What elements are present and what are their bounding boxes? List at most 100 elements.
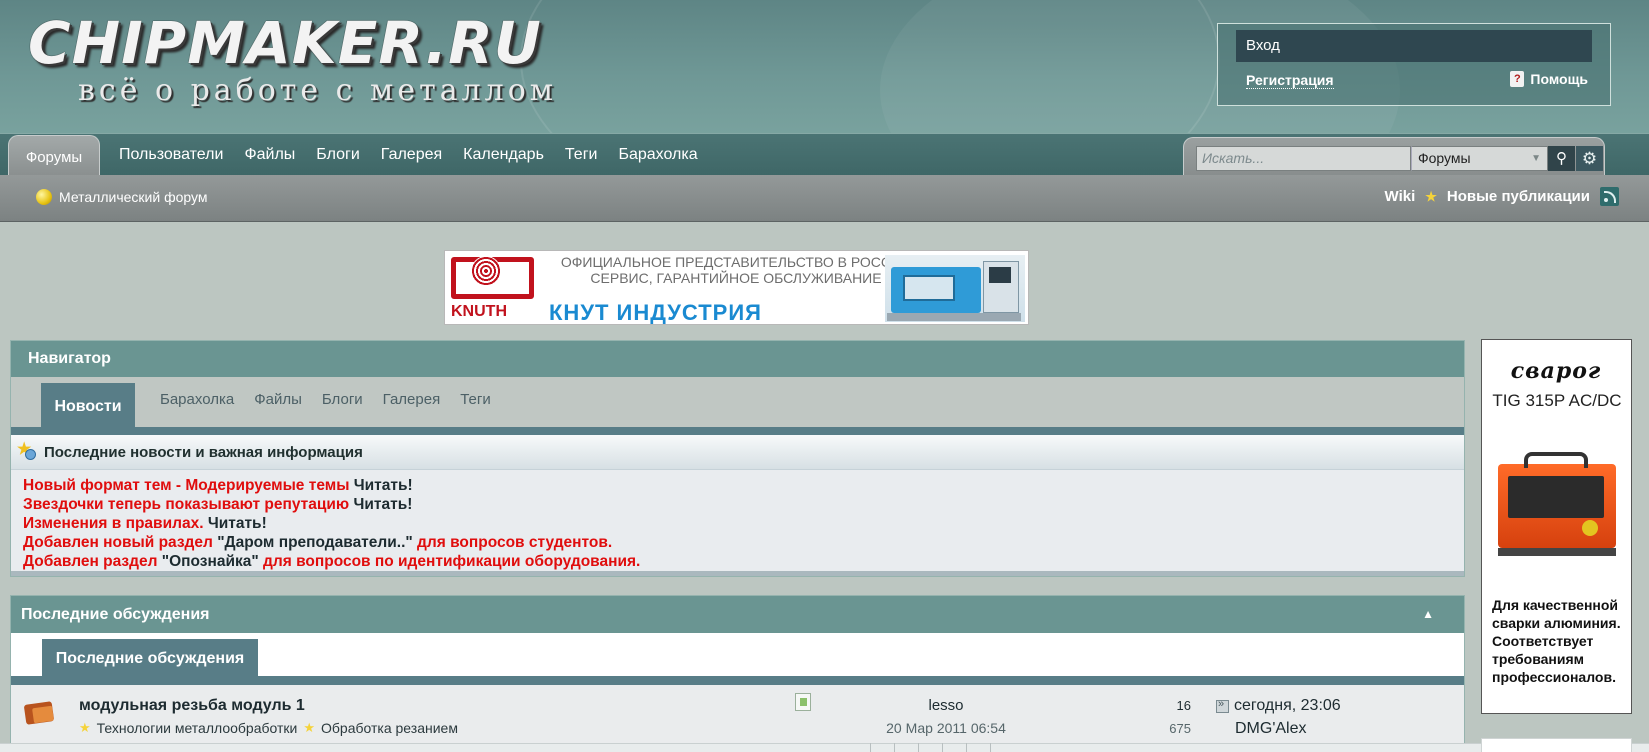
tab-blogs[interactable]: Блоги: [322, 391, 363, 408]
news-text: для вопросов по идентификации оборудован…: [258, 553, 641, 570]
star-icon: ★: [79, 720, 91, 735]
go-to-last-post-icon[interactable]: [1216, 698, 1229, 713]
news-text: Изменения в правилах.: [23, 515, 204, 532]
help-link[interactable]: ? Помощь: [1510, 71, 1588, 87]
register-link[interactable]: Регистрация: [1246, 72, 1334, 89]
tab-forums[interactable]: Форумы: [8, 135, 100, 176]
star-icon: ★: [303, 720, 316, 735]
banner-text: ОФИЦИАЛЬНОЕ ПРЕДСТАВИТЕЛЬСТВО В РОССИИ С…: [551, 254, 921, 286]
read-link[interactable]: Читать!: [204, 515, 267, 532]
read-link[interactable]: Читать!: [349, 496, 412, 513]
account-box: Вход Регистрация ? Помощь: [1217, 23, 1611, 106]
tab-strip: [11, 676, 1464, 685]
navigator-tabs: Новости Барахолка Файлы Блоги Галерея Те…: [11, 377, 1464, 427]
news-text: для вопросов студентов.: [412, 534, 613, 551]
help-label: Помощь: [1530, 71, 1588, 87]
chevron-down-icon: ▼: [1531, 153, 1541, 164]
last-post-user[interactable]: DMG'Alex: [1235, 720, 1307, 738]
news-header: ★ Последние новости и важная информация: [11, 435, 1464, 470]
section-link[interactable]: "Опознайка": [162, 553, 259, 570]
section-link[interactable]: "Даром преподаватели..": [217, 534, 413, 551]
login-button[interactable]: Вход: [1236, 30, 1592, 62]
tab-latest-discussions[interactable]: Последние обсуждения: [42, 639, 258, 676]
nav-link-files[interactable]: Файлы: [244, 146, 295, 164]
tab-tags[interactable]: Теги: [460, 391, 491, 408]
discussions-title: Последние обсуждения: [21, 606, 210, 623]
side-ad[interactable]: сварог TIG 315P AC/DC Для качественной с…: [1481, 339, 1632, 714]
news-item[interactable]: Добавлен новый раздел "Даром преподавате…: [23, 533, 1452, 552]
ad-banner[interactable]: KNUTH ОФИЦИАЛЬНОЕ ПРЕДСТАВИТЕЛЬСТВО В РО…: [444, 250, 1029, 325]
thread-categories: ★ Технологии металлообработки ★ Обработк…: [79, 720, 458, 736]
thread-title[interactable]: модульная резьба модуль 1: [79, 697, 305, 715]
nav-link-users[interactable]: Пользователи: [119, 146, 223, 164]
last-post[interactable]: сегодня, 23:06: [1216, 697, 1341, 715]
search-icon: ⚲: [1556, 150, 1567, 167]
view-count: 675: [1169, 721, 1191, 736]
nav-links: Пользователи Файлы Блоги Галерея Календа…: [119, 134, 698, 176]
search-button[interactable]: ⚲: [1548, 146, 1575, 171]
thread-author[interactable]: lesso: [861, 697, 1031, 714]
ad-model: TIG 315P AC/DC: [1492, 391, 1622, 410]
gear-icon: ⚙: [1581, 149, 1598, 168]
nav-link-market[interactable]: Барахолка: [618, 146, 697, 164]
search-scope-select[interactable]: Форумы ▼: [1411, 146, 1548, 171]
site-logo[interactable]: CHIPMAKER.RU всё о работе с металлом: [28, 10, 557, 106]
news-text: Новый формат тем - Модерируемые темы: [23, 477, 350, 494]
thread-icon: [23, 699, 55, 725]
search-bar: Искать... Форумы ▼ ⚲ ⚙: [1183, 137, 1605, 176]
panel-bottom-border: [11, 571, 1464, 576]
lathe-machine-image: [885, 255, 1025, 322]
search-input[interactable]: Искать...: [1196, 146, 1411, 171]
nav-link-calendar[interactable]: Календарь: [463, 146, 544, 164]
knuth-logo: KNUTH: [447, 253, 538, 322]
banner-line1: ОФИЦИАЛЬНОЕ ПРЕДСТАВИТЕЛЬСТВО В РОССИИ: [560, 254, 912, 270]
news-item[interactable]: Новый формат тем - Модерируемые темы Чит…: [23, 476, 1452, 495]
svarog-logo: сварог: [1510, 358, 1602, 384]
nav-link-gallery[interactable]: Галерея: [381, 146, 442, 164]
collapse-icon[interactable]: ▲: [1422, 596, 1434, 633]
news-star-icon: ★: [17, 442, 37, 462]
subbar-links: Wiki ★ Новые публикации: [1385, 187, 1619, 206]
tab-strip: [11, 427, 1464, 435]
search-settings-button[interactable]: ⚙: [1576, 146, 1603, 171]
logo-subtitle: всё о работе с металлом: [78, 73, 558, 108]
sub-bar: Металлический форум Wiki ★ Новые публика…: [0, 175, 1649, 222]
help-icon: ?: [1510, 71, 1525, 87]
new-posts-link[interactable]: Новые публикации: [1447, 188, 1590, 205]
main-nav: Форумы Пользователи Файлы Блоги Галерея …: [0, 133, 1649, 176]
news-item[interactable]: Звездочки теперь показывают репутацию Чи…: [23, 495, 1452, 514]
navigator-title: Навигатор: [11, 341, 1464, 377]
news-text: Звездочки теперь показывают репутацию: [23, 496, 350, 513]
news-text: Добавлен новый раздел: [23, 534, 218, 551]
wiki-link[interactable]: Wiki: [1385, 188, 1416, 205]
nav-link-tags[interactable]: Теги: [565, 146, 598, 164]
breadcrumb[interactable]: Металлический форум: [36, 189, 207, 205]
attachment-icon: [795, 693, 811, 711]
tab-market[interactable]: Барахолка: [160, 391, 234, 408]
thread-date: 20 Мар 2011 06:54: [886, 720, 1006, 736]
news-item[interactable]: Изменения в правилах. Читать!: [23, 514, 1452, 533]
search-scope-value: Форумы: [1418, 150, 1471, 166]
table-row[interactable]: модульная резьба модуль 1 ★ Технологии м…: [11, 685, 1464, 752]
news-list: Новый формат тем - Модерируемые темы Чит…: [11, 470, 1464, 571]
navigator-panel: Навигатор Новости Барахолка Файлы Блоги …: [10, 340, 1465, 577]
knuth-name: KNUTH: [451, 303, 507, 320]
news-header-label: Последние новости и важная информация: [44, 443, 363, 461]
pagination-hint: [870, 743, 1014, 752]
last-post-time: сегодня, 23:06: [1234, 697, 1341, 714]
banner-line2: СЕРВИС, ГАРАНТИЙНОЕ ОБСЛУЖИВАНИЕ: [590, 270, 882, 286]
star-icon: ★: [1425, 188, 1437, 204]
reply-count: 16: [1176, 698, 1191, 713]
nav-link-blogs[interactable]: Блоги: [316, 146, 360, 164]
read-link[interactable]: Читать!: [349, 477, 413, 494]
logo-title: CHIPMAKER.RU: [28, 9, 542, 77]
category-link[interactable]: Технологии металлообработки: [97, 720, 298, 736]
discussions-tabs: Последние обсуждения: [11, 633, 1464, 676]
tab-news[interactable]: Новости: [41, 383, 135, 427]
tab-gallery[interactable]: Галерея: [383, 391, 441, 408]
tab-files[interactable]: Файлы: [254, 391, 302, 408]
news-item[interactable]: Добавлен раздел "Опознайка" для вопросов…: [23, 552, 1452, 571]
subcategory-link[interactable]: Обработка резанием: [321, 720, 458, 736]
ad-text: Для качественной сварки алюминия. Соотве…: [1492, 597, 1621, 685]
rss-icon[interactable]: [1600, 187, 1619, 206]
